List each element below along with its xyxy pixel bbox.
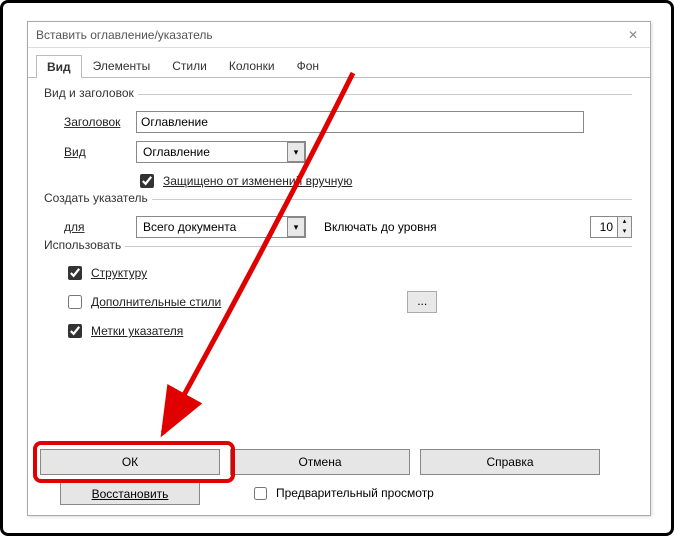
titlebar: Вставить оглавление/указатель ✕ — [28, 22, 650, 48]
structure-label: Структуру — [91, 266, 147, 280]
window-title: Вставить оглавление/указатель — [36, 22, 213, 48]
marks-checkbox[interactable]: Метки указателя — [64, 321, 183, 341]
structure-checkbox[interactable]: Структуру — [64, 263, 147, 283]
preview-check-input[interactable] — [254, 487, 267, 500]
fieldset-create-index: Создать указатель для Всего документа ▾ … — [46, 199, 632, 238]
level-label: Включать до уровня — [324, 220, 437, 234]
tab-content: Вид и заголовок Заголовок Вид Оглавление… — [28, 78, 650, 341]
preview-label: Предварительный просмотр — [276, 486, 434, 500]
level-spinner[interactable]: 10 ▴▾ — [590, 216, 632, 238]
extra-styles-checkbox[interactable]: Дополнительные стили — [64, 292, 221, 312]
cancel-button[interactable]: Отмена — [230, 449, 410, 475]
tab-columns[interactable]: Колонки — [218, 54, 286, 77]
tab-view[interactable]: Вид — [36, 55, 82, 78]
marks-check-input[interactable] — [68, 324, 82, 338]
help-button[interactable]: Справка — [420, 449, 600, 475]
for-label: для — [64, 220, 136, 234]
legend-view-title: Вид и заголовок — [44, 86, 138, 100]
type-value: Оглавление — [137, 145, 287, 159]
title-input[interactable] — [136, 111, 584, 133]
level-value: 10 — [591, 220, 617, 234]
protected-check-input[interactable] — [140, 174, 154, 188]
extra-styles-label: Дополнительные стили — [91, 295, 221, 309]
tab-background[interactable]: Фон — [286, 54, 330, 77]
extra-styles-button[interactable]: ... — [407, 291, 437, 313]
spinner-arrows[interactable]: ▴▾ — [617, 217, 631, 237]
ok-button[interactable]: ОК — [40, 449, 220, 475]
tab-elements[interactable]: Элементы — [82, 54, 162, 77]
structure-check-input[interactable] — [68, 266, 82, 280]
protected-checkbox[interactable]: Защищено от изменений вручную — [136, 171, 352, 191]
title-label: Заголовок — [64, 115, 136, 129]
legend-create-index: Создать указатель — [44, 191, 152, 205]
extra-styles-check-input[interactable] — [68, 295, 82, 309]
for-value: Всего документа — [137, 220, 287, 234]
close-icon[interactable]: ✕ — [624, 22, 642, 48]
tab-strip: Вид Элементы Стили Колонки Фон — [28, 48, 650, 78]
restore-button[interactable]: Восстановить — [60, 481, 200, 505]
type-label: Вид — [64, 145, 136, 159]
dialog-footer: ОК Отмена Справка Восстановить Предварит… — [40, 449, 638, 505]
tab-styles[interactable]: Стили — [161, 54, 218, 77]
chevron-down-icon: ▾ — [287, 142, 305, 162]
legend-use: Использовать — [44, 238, 125, 252]
protected-label: Защищено от изменений вручную — [163, 174, 352, 188]
for-select[interactable]: Всего документа ▾ — [136, 216, 306, 238]
insert-index-dialog: Вставить оглавление/указатель ✕ Вид Элем… — [27, 21, 651, 516]
type-select[interactable]: Оглавление ▾ — [136, 141, 306, 163]
chevron-down-icon: ▾ — [287, 217, 305, 237]
marks-label: Метки указателя — [91, 324, 183, 338]
fieldset-use: Использовать Структуру Дополнительные ст… — [46, 246, 632, 341]
preview-checkbox[interactable]: Предварительный просмотр — [250, 484, 434, 503]
fieldset-view-title: Вид и заголовок Заголовок Вид Оглавление… — [46, 94, 632, 191]
